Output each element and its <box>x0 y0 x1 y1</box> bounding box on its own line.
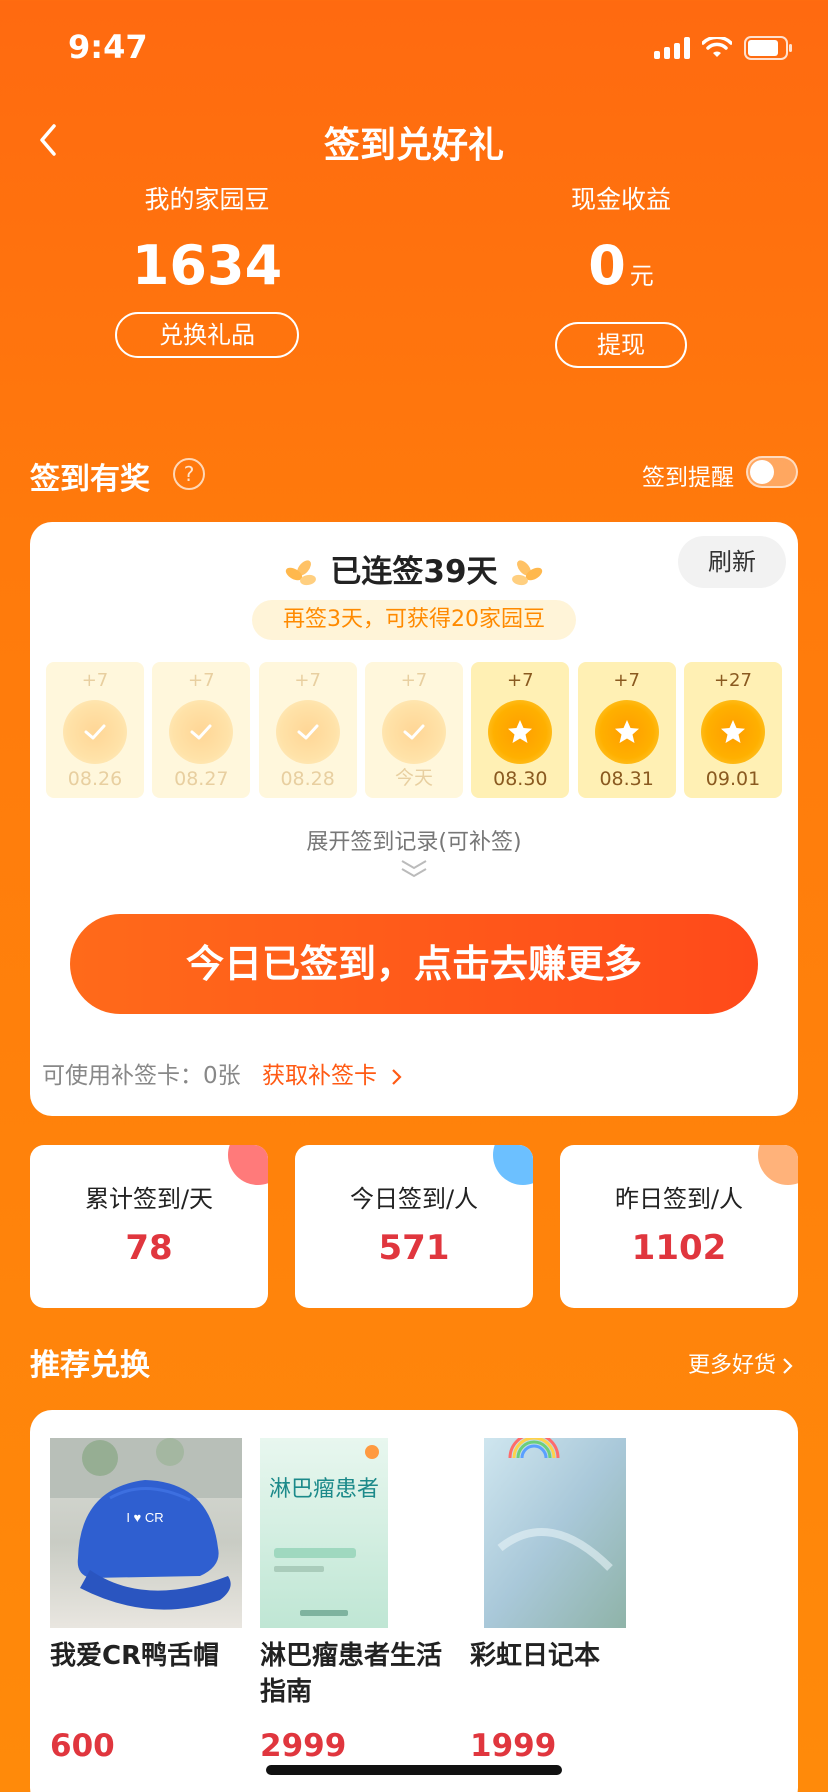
total-signin-stat: 累计签到/天 78 <box>30 1145 268 1308</box>
day-bonus: +7 <box>613 670 640 691</box>
day-card[interactable]: +7 08.27 <box>152 662 251 798</box>
day-card[interactable]: +7 08.30 <box>471 662 570 798</box>
rainbow-notebook-image <box>484 1438 626 1628</box>
recommend-card: I ♥ CR 我爱CR鸭舌帽 600 淋巴瘤患者 淋巴瘤患者生活指南 2999 <box>30 1410 798 1792</box>
status-bar: 9:47 <box>0 0 828 100</box>
day-bonus: +7 <box>507 670 534 691</box>
status-time: 9:47 <box>68 28 148 66</box>
chevron-right-icon <box>392 1068 402 1085</box>
book-title-text: 淋巴瘤患者 <box>269 1477 379 1502</box>
day-card[interactable]: +7 08.28 <box>258 662 357 798</box>
stat-label: 昨日签到/人 <box>614 1185 744 1213</box>
day-card[interactable]: +7 08.31 <box>577 662 676 798</box>
page-title: 签到兑好礼 <box>323 125 504 166</box>
signin-days: +7 08.26 +7 08.27 +7 08.28 +7 今天 +7 08.3… <box>46 662 782 798</box>
blue-cap-image: I ♥ CR <box>50 1438 242 1610</box>
checked-coin-icon <box>275 700 340 764</box>
day-date: 今天 <box>394 767 433 789</box>
product-name: 淋巴瘤患者生活指南 <box>260 1641 443 1707</box>
day-date: 08.26 <box>67 768 123 790</box>
cash-summary: 现金收益 0元 提现 <box>471 180 771 368</box>
yesterday-signin-stat: 昨日签到/人 1102 <box>560 1145 798 1308</box>
product-image-notebook <box>470 1438 662 1628</box>
product-name: 我爱CR鸭舌帽 <box>50 1641 220 1671</box>
beans-label: 我的家园豆 <box>144 185 270 214</box>
signin-reminder-label: 签到提醒 <box>642 465 734 491</box>
stat-value: 1102 <box>631 1228 727 1268</box>
reward-tip: 再签3天，可获得20家园豆 <box>252 600 576 640</box>
cash-value: 0 <box>588 234 626 297</box>
get-makeup-card-label: 获取补签卡 <box>261 1063 377 1089</box>
help-icon[interactable]: ? <box>173 458 205 490</box>
battery-icon <box>744 36 794 60</box>
star-coin-icon <box>594 700 659 764</box>
cap-logo-text: I ♥ CR <box>126 1510 163 1525</box>
cash-label: 现金收益 <box>570 185 671 214</box>
product-price: 2999 <box>260 1728 347 1764</box>
signin-reminder-toggle[interactable] <box>746 456 798 488</box>
product-name: 彩虹日记本 <box>470 1641 601 1671</box>
product-card[interactable]: 彩虹日记本 <box>470 1438 662 1674</box>
book-cover-image: 淋巴瘤患者 <box>260 1438 388 1628</box>
today-signin-stat: 今日签到/人 571 <box>295 1145 533 1308</box>
double-chevron-down-icon[interactable] <box>400 858 428 880</box>
laurel-left-icon <box>285 559 316 585</box>
beans-value: 1634 <box>131 234 283 297</box>
get-makeup-card-link[interactable]: 获取补签卡 <box>262 1063 404 1089</box>
stat-value: 78 <box>125 1228 173 1268</box>
exchange-gift-button[interactable]: 兑换礼品 <box>115 312 299 358</box>
star-coin-icon <box>700 700 765 764</box>
recommend-section-title: 推荐兑换 <box>30 1348 150 1383</box>
signal-icon <box>654 37 690 59</box>
day-date: 08.31 <box>599 768 654 790</box>
stat-label: 今日签到/人 <box>349 1185 479 1213</box>
product-image-book: 淋巴瘤患者 <box>260 1438 452 1628</box>
day-date: 09.01 <box>705 768 761 790</box>
product-image-cap: I ♥ CR <box>50 1438 242 1628</box>
day-bonus: +7 <box>294 670 321 691</box>
day-bonus: +7 <box>400 670 428 691</box>
day-date: 08.28 <box>280 768 335 790</box>
product-price: 600 <box>50 1728 115 1764</box>
makeup-card-row: 可使用补签卡：0张 获取补签卡 <box>42 1056 404 1090</box>
home-indicator <box>266 1765 562 1775</box>
more-goods-label: 更多好货 <box>687 1353 776 1378</box>
checked-coin-icon <box>381 700 446 764</box>
wifi-icon <box>702 37 732 59</box>
product-price: 1999 <box>470 1728 557 1764</box>
day-bonus: +27 <box>713 670 752 691</box>
star-coin-icon <box>488 700 553 764</box>
day-card[interactable]: +7 今天 <box>364 662 463 798</box>
day-card[interactable]: +7 08.26 <box>46 662 144 798</box>
toggle-knob <box>750 460 774 484</box>
earn-more-button[interactable]: 今日已签到，点击去赚更多 <box>70 914 758 1014</box>
makeup-count: 0张 <box>203 1063 241 1089</box>
cash-value-row: 0元 <box>471 234 771 308</box>
signin-section-title: 签到有奖 <box>30 462 150 497</box>
beans-summary: 我的家园豆 1634 兑换礼品 <box>57 180 357 358</box>
checked-coin-icon <box>63 700 127 764</box>
cash-unit: 元 <box>629 262 654 290</box>
day-date: 08.30 <box>493 768 548 790</box>
status-icons <box>654 36 794 60</box>
day-card[interactable]: +27 09.01 <box>683 662 782 798</box>
streak-text: 已连签39天 <box>330 554 498 590</box>
checked-coin-icon <box>169 700 234 764</box>
refresh-button[interactable]: 刷新 <box>678 536 786 588</box>
day-date: 08.27 <box>174 768 229 790</box>
more-goods-link[interactable]: 更多好货 <box>688 1347 794 1379</box>
expand-record-link[interactable]: 展开签到记录(可补签) <box>30 824 798 856</box>
signin-card: 已连签39天 刷新 再签3天，可获得20家园豆 +7 08.26 +7 08.2… <box>30 522 798 1116</box>
day-bonus: +7 <box>188 670 215 691</box>
chevron-right-icon <box>783 1358 793 1374</box>
makeup-label: 可使用补签卡： <box>42 1063 203 1089</box>
laurel-right-icon <box>512 559 543 585</box>
day-bonus: +7 <box>81 670 109 691</box>
product-card[interactable]: 淋巴瘤患者 淋巴瘤患者生活指南 <box>260 1438 452 1710</box>
stat-label: 累计签到/天 <box>84 1185 214 1213</box>
withdraw-button[interactable]: 提现 <box>555 322 687 368</box>
stat-value: 571 <box>378 1228 450 1268</box>
product-card[interactable]: I ♥ CR 我爱CR鸭舌帽 <box>50 1438 242 1674</box>
